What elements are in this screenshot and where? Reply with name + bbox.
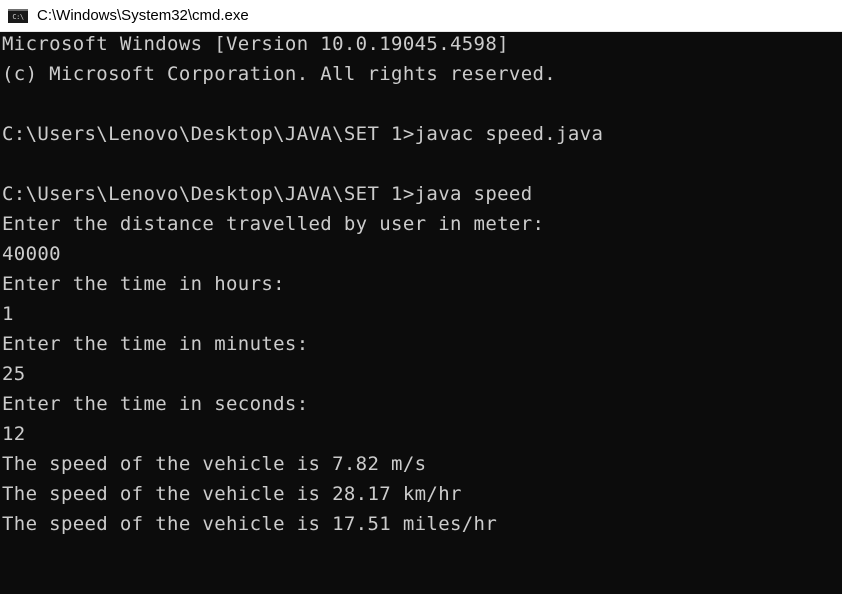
console-line: 1 [2,303,14,325]
console-line: 40000 [2,243,61,265]
cmd-icon: C:\ [8,9,28,23]
console-line: Enter the time in minutes: [2,333,309,355]
title-bar[interactable]: C:\ C:\Windows\System32\cmd.exe [0,0,842,32]
console-line: Microsoft Windows [Version 10.0.19045.45… [2,33,509,55]
console-line: The speed of the vehicle is 7.82 m/s [2,453,427,475]
cmd-window: C:\ C:\Windows\System32\cmd.exe Microsof… [0,0,842,594]
console-line: 25 [2,363,26,385]
console-line: (c) Microsoft Corporation. All rights re… [2,63,557,85]
console-line: The speed of the vehicle is 17.51 miles/… [2,513,498,535]
window-title: C:\Windows\System32\cmd.exe [37,7,249,24]
console-line: 12 [2,423,26,445]
cmd-icon-glyph: C:\ [12,12,24,21]
console-output[interactable]: Microsoft Windows [Version 10.0.19045.45… [0,32,842,594]
console-line: Enter the distance travelled by user in … [2,213,545,235]
console-line: Enter the time in hours: [2,273,285,295]
console-line: C:\Users\Lenovo\Desktop\JAVA\SET 1>javac… [2,123,604,145]
console-line: C:\Users\Lenovo\Desktop\JAVA\SET 1>java … [2,183,533,205]
console-line: Enter the time in seconds: [2,393,309,415]
console-line: The speed of the vehicle is 28.17 km/hr [2,483,462,505]
